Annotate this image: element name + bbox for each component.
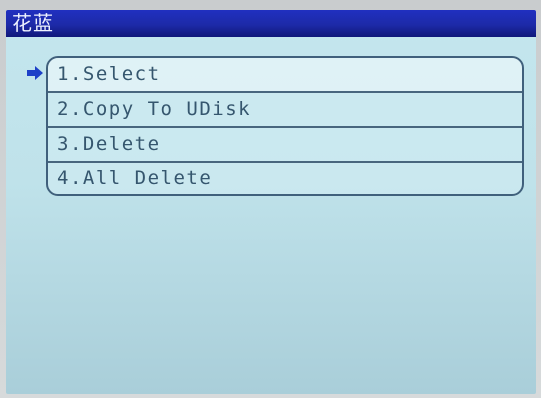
menu-list: 1.Select 2.Copy To UDisk 3.Delete 4.All …: [46, 56, 524, 196]
menu-item-delete[interactable]: 3.Delete: [48, 128, 522, 161]
menu-item-label: 3.Delete: [57, 133, 161, 155]
menu-item-label: 2.Copy To UDisk: [57, 98, 252, 120]
menu-item-label: 1.Select: [57, 63, 161, 85]
device-frame: 花蓝 1.Select 2.Copy To UDisk 3.Delete 4.A…: [0, 0, 541, 398]
title-bar: 花蓝: [6, 10, 536, 37]
arrow-right-icon: [27, 66, 43, 80]
screen: 花蓝 1.Select 2.Copy To UDisk 3.Delete 4.A…: [6, 10, 536, 394]
menu-item-label: 4.All Delete: [57, 167, 213, 189]
menu-item-all-delete[interactable]: 4.All Delete: [48, 162, 522, 195]
window-title: 花蓝: [12, 11, 54, 35]
menu-item-select[interactable]: 1.Select: [48, 58, 522, 91]
menu-item-copy-to-udisk[interactable]: 2.Copy To UDisk: [48, 93, 522, 126]
